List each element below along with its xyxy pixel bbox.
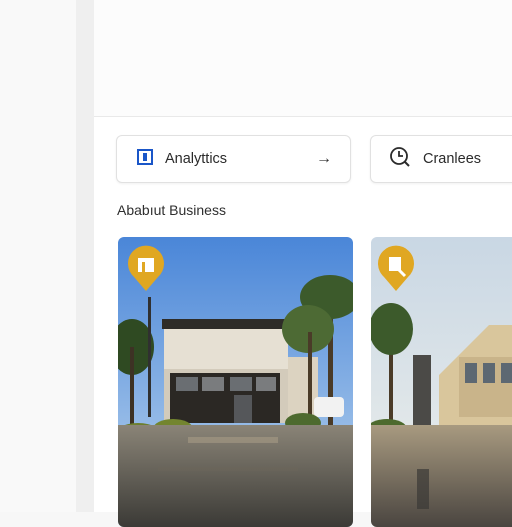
cranlees-card-label: Cranlees [423, 151, 482, 167]
main-content: Analyttics → Cranlees Ababıut Business [94, 0, 512, 527]
analytics-square-icon [137, 148, 153, 170]
listing-photo-card[interactable] [371, 237, 512, 527]
analytics-card[interactable]: Analyttics → [116, 135, 351, 183]
arrow-right-icon: → [316, 150, 332, 167]
left-sidebar [0, 0, 76, 512]
building-pin-icon[interactable] [126, 245, 166, 293]
analytics-card-label: Analyttics [165, 151, 228, 167]
sidebar-divider [76, 0, 94, 512]
cranlees-card[interactable]: Cranlees [370, 135, 512, 183]
header-area [94, 0, 512, 117]
section-heading: Ababıut Business [117, 202, 226, 218]
listing-photo-card[interactable] [118, 237, 353, 527]
search-pin-icon[interactable] [376, 245, 416, 293]
clock-search-icon [389, 146, 411, 173]
